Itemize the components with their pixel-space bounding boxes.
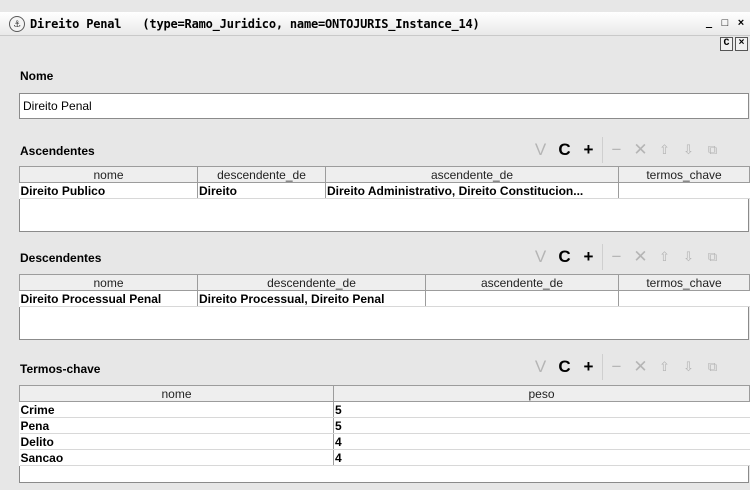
column-header-descendente-de[interactable]: descendente_de	[197, 274, 426, 291]
column-header-ascendente-de[interactable]: ascendente_de	[325, 166, 619, 183]
column-header-termos-chave[interactable]: termos_chave	[618, 274, 750, 291]
view-reference-button[interactable]: V	[529, 244, 552, 270]
column-header-nome[interactable]: nome	[19, 385, 334, 402]
column-header-nome[interactable]: nome	[19, 274, 198, 291]
descendentes-label: Descendentes	[20, 251, 102, 265]
remove-instance-button[interactable]: −	[605, 354, 628, 380]
ascendentes-table: nome descendente_de ascendente_de termos…	[19, 166, 750, 199]
cell-termos-chave[interactable]	[618, 290, 750, 307]
title-bar[interactable]: ⚓ Direito Penal (type=Ramo_Juridico, nam…	[0, 12, 750, 36]
termos-chave-table: nome peso Crime 5 Pena 5 Delito 4 Sancao…	[19, 385, 750, 466]
move-up-button[interactable]: ⇧	[653, 354, 676, 380]
toolbar-separator	[602, 354, 603, 380]
toolbar-separator	[602, 137, 603, 163]
move-up-button[interactable]: ⇧	[653, 137, 676, 163]
table-header: nome descendente_de ascendente_de termos…	[19, 166, 750, 183]
nome-label: Nome	[20, 69, 54, 83]
frame-close-button[interactable]: ×	[735, 37, 748, 51]
cell-ascendente-de[interactable]: Direito Administrativo, Direito Constitu…	[325, 182, 619, 199]
descendentes-table: nome descendente_de ascendente_de termos…	[19, 274, 750, 307]
table-row[interactable]: Direito Publico Direito Direito Administ…	[19, 182, 750, 199]
table-row[interactable]: Crime 5	[19, 401, 750, 418]
view-reference-button[interactable]: V	[529, 137, 552, 163]
table-row[interactable]: Pena 5	[19, 417, 750, 434]
termos-chave-toolbar: V C + − ✕ ⇧ ⇩ ⧉	[529, 354, 724, 380]
nome-field[interactable]: Direito Penal	[19, 93, 749, 119]
remove-instance-button[interactable]: −	[605, 244, 628, 270]
cell-ascendente-de[interactable]	[425, 290, 619, 307]
window-title: Direito Penal (type=Ramo_Juridico, name=…	[30, 17, 480, 31]
collapse-button[interactable]: C	[720, 37, 733, 51]
toolbar-separator	[602, 244, 603, 270]
delete-instance-button[interactable]: ✕	[629, 137, 652, 163]
minimize-button[interactable]: _	[702, 17, 716, 31]
table-row[interactable]: Direito Processual Penal Direito Process…	[19, 290, 750, 307]
table-header: nome peso	[19, 385, 750, 402]
cell-nome[interactable]: Direito Publico	[19, 182, 198, 199]
delete-instance-button[interactable]: ✕	[629, 354, 652, 380]
create-instance-button[interactable]: C	[553, 137, 576, 163]
cell-nome[interactable]: Delito	[19, 433, 334, 450]
protege-instance-window: ⚓ Direito Penal (type=Ramo_Juridico, nam…	[0, 0, 750, 490]
table-row[interactable]: Sancao 4	[19, 449, 750, 466]
add-instance-button[interactable]: +	[577, 354, 600, 380]
cell-nome[interactable]: Pena	[19, 417, 334, 434]
copy-button[interactable]: ⧉	[701, 354, 724, 380]
cell-nome[interactable]: Sancao	[19, 449, 334, 466]
view-reference-button[interactable]: V	[529, 354, 552, 380]
frame-controls: C ×	[720, 37, 748, 51]
cell-peso[interactable]: 5	[333, 401, 750, 418]
cell-nome[interactable]: Crime	[19, 401, 334, 418]
create-instance-button[interactable]: C	[553, 244, 576, 270]
cell-nome[interactable]: Direito Processual Penal	[19, 290, 198, 307]
column-header-nome[interactable]: nome	[19, 166, 198, 183]
ascendentes-toolbar: V C + − ✕ ⇧ ⇩ ⧉	[529, 137, 724, 163]
copy-button[interactable]: ⧉	[701, 244, 724, 270]
column-header-peso[interactable]: peso	[333, 385, 750, 402]
create-instance-button[interactable]: C	[553, 354, 576, 380]
column-header-termos-chave[interactable]: termos_chave	[618, 166, 750, 183]
column-header-descendente-de[interactable]: descendente_de	[197, 166, 326, 183]
move-down-button[interactable]: ⇩	[677, 137, 700, 163]
delete-instance-button[interactable]: ✕	[629, 244, 652, 270]
window-controls: _ □ ×	[702, 17, 748, 31]
cell-descendente-de[interactable]: Direito Processual, Direito Penal	[197, 290, 426, 307]
add-instance-button[interactable]: +	[577, 244, 600, 270]
cell-peso[interactable]: 4	[333, 449, 750, 466]
table-header: nome descendente_de ascendente_de termos…	[19, 274, 750, 291]
ascendentes-label: Ascendentes	[20, 144, 95, 158]
cell-peso[interactable]: 4	[333, 433, 750, 450]
cell-termos-chave[interactable]	[618, 182, 750, 199]
move-up-button[interactable]: ⇧	[653, 244, 676, 270]
column-header-ascendente-de[interactable]: ascendente_de	[425, 274, 619, 291]
termos-chave-label: Termos-chave	[20, 362, 101, 376]
maximize-button[interactable]: □	[718, 17, 732, 31]
move-down-button[interactable]: ⇩	[677, 354, 700, 380]
cell-descendente-de[interactable]: Direito	[197, 182, 326, 199]
instance-icon: ⚓	[9, 16, 25, 32]
close-button[interactable]: ×	[734, 17, 748, 31]
add-instance-button[interactable]: +	[577, 137, 600, 163]
remove-instance-button[interactable]: −	[605, 137, 628, 163]
cell-peso[interactable]: 5	[333, 417, 750, 434]
copy-button[interactable]: ⧉	[701, 137, 724, 163]
table-row[interactable]: Delito 4	[19, 433, 750, 450]
move-down-button[interactable]: ⇩	[677, 244, 700, 270]
descendentes-toolbar: V C + − ✕ ⇧ ⇩ ⧉	[529, 244, 724, 270]
